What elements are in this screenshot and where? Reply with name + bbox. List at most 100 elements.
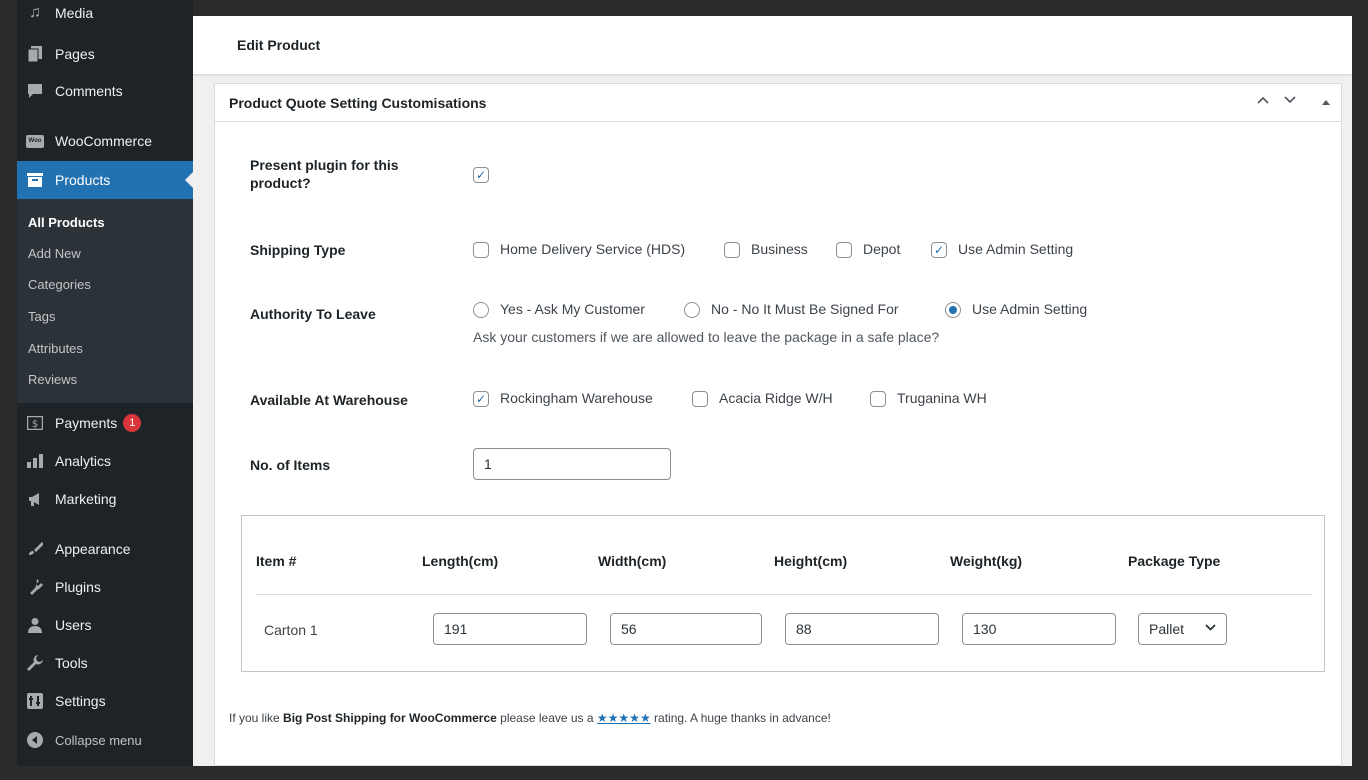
col-package-type: Package Type bbox=[1128, 553, 1221, 569]
atl-description: Ask your customers if we are allowed to … bbox=[473, 329, 940, 345]
menu-tools[interactable]: Tools bbox=[17, 644, 193, 682]
menu-analytics[interactable]: Analytics bbox=[17, 442, 193, 480]
submenu-all-products[interactable]: All Products bbox=[28, 215, 105, 230]
menu-media[interactable]: ♫ Media bbox=[17, 0, 193, 32]
shipping-admin-checkbox[interactable]: ✓ bbox=[931, 242, 947, 258]
menu-payments[interactable]: $ Payments 1 bbox=[17, 404, 193, 442]
submenu-tags[interactable]: Tags bbox=[28, 309, 55, 324]
submenu-reviews[interactable]: Reviews bbox=[28, 372, 77, 387]
analytics-icon bbox=[17, 454, 53, 468]
menu-products[interactable]: Products bbox=[17, 161, 193, 199]
products-icon bbox=[17, 173, 53, 187]
move-up-icon[interactable] bbox=[1256, 93, 1270, 110]
height-input[interactable]: 88 bbox=[785, 613, 939, 645]
active-menu-arrow-icon bbox=[185, 172, 193, 188]
atl-admin-radio[interactable] bbox=[945, 302, 961, 318]
items-table: Item # Length(cm) Width(cm) Height(cm) W… bbox=[241, 515, 1325, 672]
submenu-add-new[interactable]: Add New bbox=[28, 246, 81, 261]
weight-input[interactable]: 130 bbox=[962, 613, 1116, 645]
menu-products-label: Products bbox=[55, 172, 111, 188]
menu-tools-label: Tools bbox=[55, 655, 88, 671]
menu-pages-label: Pages bbox=[55, 46, 95, 62]
shipping-depot-label: Depot bbox=[863, 241, 901, 257]
products-submenu: All Products Add New Categories Tags Att… bbox=[17, 199, 193, 403]
settings-icon bbox=[17, 693, 53, 709]
pages-icon bbox=[17, 46, 53, 62]
metabox-title: Product Quote Setting Customisations bbox=[229, 95, 487, 111]
comments-icon bbox=[17, 83, 53, 99]
atl-no-radio[interactable] bbox=[684, 302, 700, 318]
menu-marketing[interactable]: Marketing bbox=[17, 480, 193, 518]
menu-marketing-label: Marketing bbox=[55, 491, 117, 507]
woocommerce-icon: Woo bbox=[17, 134, 53, 148]
warehouse-acacia-checkbox[interactable] bbox=[692, 391, 708, 407]
shipping-hds-checkbox[interactable] bbox=[473, 242, 489, 258]
plugin-name: Big Post Shipping for WooCommerce bbox=[283, 711, 497, 725]
shipping-business-label: Business bbox=[751, 241, 808, 257]
collapse-menu-button[interactable]: Collapse menu bbox=[17, 721, 193, 759]
media-icon: ♫ bbox=[29, 4, 41, 21]
package-type-value: Pallet bbox=[1149, 621, 1185, 637]
length-input[interactable]: 191 bbox=[433, 613, 587, 645]
menu-woocommerce-label: WooCommerce bbox=[55, 133, 152, 149]
toggle-panel-icon[interactable] bbox=[1321, 95, 1331, 111]
move-down-icon[interactable] bbox=[1283, 93, 1297, 110]
col-length: Length(cm) bbox=[422, 553, 499, 569]
menu-comments[interactable]: Comments bbox=[17, 72, 193, 110]
woocommerce-icon-text: Woo bbox=[26, 134, 44, 148]
product-quote-metabox: Product Quote Setting Customisations Pre… bbox=[214, 83, 1342, 766]
present-plugin-checkbox[interactable]: ✓ bbox=[473, 167, 489, 183]
menu-users[interactable]: Users bbox=[17, 606, 193, 644]
warehouse-rockingham-checkbox[interactable]: ✓ bbox=[473, 391, 489, 407]
menu-comments-label: Comments bbox=[55, 83, 123, 99]
warehouse-truganina-checkbox[interactable] bbox=[870, 391, 886, 407]
admin-sidebar: ♫ Media Pages Comments Woo WooCommerce P… bbox=[17, 0, 193, 766]
warehouse-label: Available At Warehouse bbox=[250, 392, 408, 408]
rating-note-suffix: rating. A huge thanks in advance! bbox=[650, 711, 831, 725]
menu-woocommerce[interactable]: Woo WooCommerce bbox=[17, 122, 193, 160]
payments-icon: $ bbox=[17, 416, 53, 430]
collapse-menu-label: Collapse menu bbox=[55, 732, 142, 748]
warehouse-rockingham-label: Rockingham Warehouse bbox=[500, 390, 653, 406]
package-type-select[interactable]: Pallet bbox=[1138, 613, 1227, 645]
rating-note-prefix: If you like bbox=[229, 711, 284, 725]
shipping-depot-checkbox[interactable] bbox=[836, 242, 852, 258]
checkmark-icon: ✓ bbox=[475, 392, 487, 406]
menu-media-label: Media bbox=[55, 5, 94, 21]
submenu-categories[interactable]: Categories bbox=[28, 277, 91, 292]
num-items-input[interactable]: 1 bbox=[473, 448, 671, 480]
checkmark-icon: ✓ bbox=[475, 168, 487, 182]
user-icon bbox=[17, 617, 53, 633]
wrench-icon bbox=[17, 655, 53, 671]
table-divider bbox=[256, 594, 1312, 595]
col-height: Height(cm) bbox=[774, 553, 848, 569]
shipping-business-checkbox[interactable] bbox=[724, 242, 740, 258]
rating-note-middle: please leave us a bbox=[496, 711, 597, 725]
page-header: Edit Product bbox=[193, 16, 1352, 75]
rating-stars-link[interactable]: ★★★★★ bbox=[597, 711, 651, 725]
menu-plugins-label: Plugins bbox=[55, 579, 101, 595]
col-weight: Weight(kg) bbox=[950, 553, 1023, 569]
atl-yes-label: Yes - Ask My Customer bbox=[500, 301, 645, 317]
shipping-type-label: Shipping Type bbox=[250, 242, 346, 258]
main-content: Edit Product Product Quote Setting Custo… bbox=[193, 16, 1352, 766]
menu-settings[interactable]: Settings bbox=[17, 682, 193, 720]
atl-yes-radio[interactable] bbox=[473, 302, 489, 318]
col-item: Item # bbox=[256, 553, 297, 569]
menu-payments-label: Payments bbox=[55, 415, 118, 431]
payments-badge: 1 bbox=[123, 414, 142, 432]
menu-plugins[interactable]: Plugins bbox=[17, 568, 193, 606]
row-item-name: Carton 1 bbox=[264, 622, 318, 638]
collapse-icon bbox=[17, 732, 53, 748]
shipping-admin-label: Use Admin Setting bbox=[958, 241, 1074, 257]
width-input[interactable]: 56 bbox=[610, 613, 762, 645]
menu-appearance-label: Appearance bbox=[55, 541, 131, 557]
rating-note: If you like Big Post Shipping for WooCom… bbox=[229, 711, 831, 725]
chevron-down-icon bbox=[1205, 614, 1216, 644]
num-items-label: No. of Items bbox=[250, 457, 331, 473]
submenu-attributes[interactable]: Attributes bbox=[28, 341, 83, 356]
menu-appearance[interactable]: Appearance bbox=[17, 530, 193, 568]
megaphone-icon bbox=[17, 491, 53, 507]
col-width: Width(cm) bbox=[598, 553, 667, 569]
menu-pages[interactable]: Pages bbox=[17, 35, 193, 73]
